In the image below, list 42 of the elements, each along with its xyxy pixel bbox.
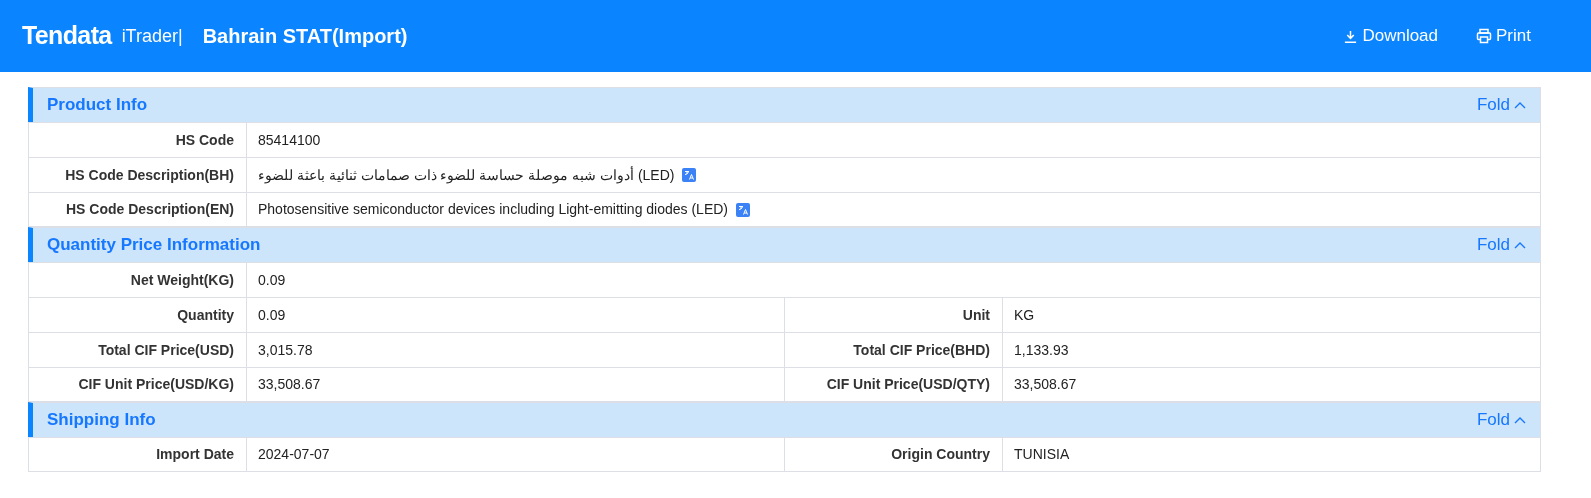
field-label: Total CIF Price(USD)	[29, 333, 247, 367]
caret-up-icon	[1514, 101, 1526, 109]
field-label: CIF Unit Price(USD/KG)	[29, 368, 247, 401]
fold-toggle[interactable]: Fold	[1476, 92, 1526, 118]
field-value: 0.09	[258, 305, 286, 325]
field-value: KG	[1014, 305, 1035, 325]
field-value: 33,508.67	[1014, 375, 1077, 394]
field-value: 33,508.67	[258, 375, 321, 394]
field-label: Origin Country	[785, 438, 1003, 471]
section-title: Quantity Price Information	[47, 234, 261, 257]
field-value: 1,133.93	[1014, 340, 1069, 360]
field-label: Unit	[785, 298, 1003, 332]
field-value: TUNISIA	[1014, 445, 1070, 464]
fold-toggle[interactable]: Fold	[1476, 407, 1526, 433]
field-label: HS Code Description(EN)	[29, 193, 247, 226]
caret-up-icon	[1514, 416, 1526, 424]
translate-icon[interactable]	[736, 202, 751, 217]
translate-icon[interactable]	[682, 168, 697, 182]
download-button[interactable]: Download	[1343, 23, 1439, 49]
field-label: Import Date	[29, 438, 247, 471]
field-value: أدوات شبه موصلة حساسة للضوء ذات صمامات ثنائية باعثة للضوء (LED)	[258, 165, 675, 186]
section-title: Product Info	[47, 94, 148, 117]
field-label: Total CIF Price(BHD)	[785, 333, 1003, 367]
field-value: Photosensitive semiconductor devices including Light-emitting diodes (LED)	[258, 200, 729, 219]
field-label: Net Weight(KG)	[29, 263, 247, 297]
printer-icon	[1476, 28, 1493, 44]
page-title: Bahrain STAT(Import)	[202, 24, 408, 49]
section-title: Shipping Info	[47, 409, 156, 432]
product-name: iTrader|	[121, 24, 183, 48]
field-value: 3,015.78	[258, 340, 313, 360]
field-label: Quantity	[29, 298, 247, 332]
field-value: 85414100	[258, 130, 321, 150]
field-label: HS Code	[29, 123, 247, 157]
field-label: CIF Unit Price(USD/QTY)	[785, 368, 1003, 401]
fold-toggle[interactable]: Fold	[1476, 232, 1526, 258]
field-value: 2024-07-07	[258, 445, 330, 464]
field-label: HS Code Description(BH)	[29, 158, 247, 192]
logo: Tendata	[22, 20, 112, 52]
field-value: 0.09	[258, 270, 286, 290]
caret-up-icon	[1514, 241, 1526, 249]
download-icon	[1343, 28, 1359, 44]
print-button[interactable]: Print	[1476, 23, 1531, 49]
